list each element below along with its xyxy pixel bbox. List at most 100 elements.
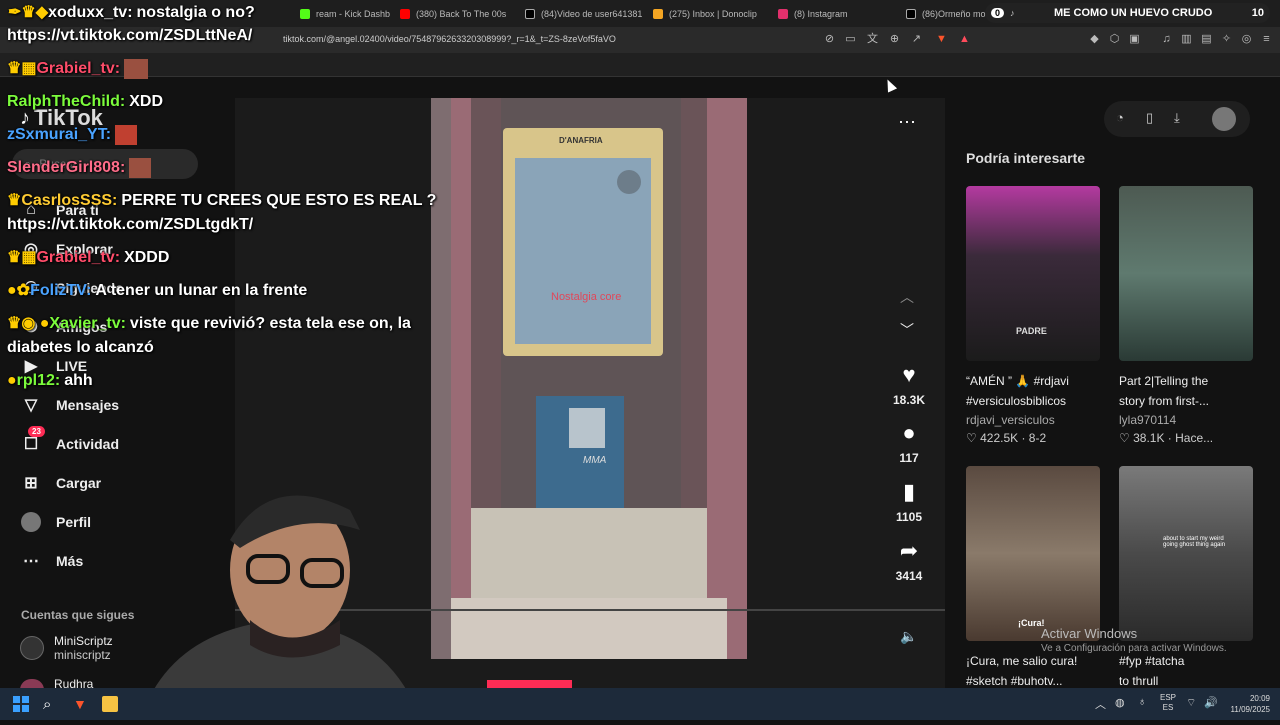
eye-off-icon[interactable]: ⊘ [823,33,836,46]
extension-icon[interactable]: ▣ [1128,33,1141,46]
tray-chevron-icon[interactable]: ︿ [1095,696,1106,712]
reco-thumbnail: about to start my weird going ghost thin… [1119,466,1253,641]
language-indicator[interactable]: ESP ES [1160,693,1176,713]
reco-card[interactable]: about to start my weird going ghost thin… [1119,466,1253,691]
top-right-controls: ◔ ▯ ⤓ [1104,101,1250,137]
badge-icons: ♛▦ [7,249,37,266]
zoom-icon[interactable]: ⊕ [888,33,901,46]
recommendations-title: Podría interesarte [966,150,1086,166]
url-text[interactable]: tiktok.com/@angel.02400/video/7548796263… [283,34,616,44]
tiktok-icon [525,8,535,19]
sign-label: D'ANAFRIA [559,136,603,145]
microphone-icon[interactable]: ♁ [1138,696,1146,708]
chat-message: RalphTheChild: XDD [7,93,163,110]
sidebar-item-mensajes[interactable]: ▽ Mensajes [20,394,119,416]
emote-icon [115,124,138,145]
reco-card[interactable]: ¡Cura! ¡Cura, me salio cura! #sketch #bu… [966,466,1100,691]
badge-icons: ✒♛◆ [8,4,49,21]
sidebar-icon[interactable]: ▥ [1180,33,1193,46]
avatar [20,636,44,660]
volume-icon[interactable]: 🔈 [900,628,917,645]
chat-message: zSxmurai_YT: [7,124,138,146]
sidebar-item-cargar[interactable]: ⊞ Cargar [20,472,101,494]
tab-tiktok-ormeno[interactable]: (86)Ormeño momen [896,0,988,27]
next-video-button[interactable]: ﹀ [900,320,914,340]
wifi-icon[interactable]: ⌔ [1186,696,1196,710]
chat-message: SlenderGirl808: [7,157,152,179]
chat-message: ♛CasrlosSSS: PERRE TU CREES QUE ESTO ES R… [7,192,437,209]
stream-title-overlay: 0 ♪ ME COMO UN HUEVO CRUDO 10 [985,3,1270,23]
bookmark-icon: ▮ [902,479,916,504]
share-button[interactable]: ➦ 3414 [884,536,934,583]
brave-shield-icon[interactable]: ▼ [935,33,948,46]
chat-message: ✒♛◆xoduxx_tv: nostalgia o no? [8,4,255,21]
previous-video-button[interactable]: ︿ [900,287,914,307]
video-frame [431,98,747,659]
like-button[interactable]: ♥ 18.3K [884,360,934,407]
activity-badge: 23 [28,426,45,437]
sidebar-item-perfil[interactable]: Perfil [20,511,91,533]
chat-message: ●✿FolizTV: A tener un lunar en la frente [7,282,308,299]
emote-icon [129,157,152,178]
coin-icon[interactable]: ◔ [1116,110,1124,125]
tab-tiktok-video[interactable]: (84)Video de user641381 [515,0,643,27]
more-icon: ⋯ [23,553,39,570]
cast-icon[interactable]: ▭ [844,33,857,46]
youtube-icon [400,8,410,19]
tab-kick-dashboard[interactable]: ream - Kick Dashboard [290,0,390,27]
wallet-icon[interactable]: ▤ [1200,33,1213,46]
comment-button[interactable]: ● 117 [884,418,934,465]
video-player[interactable]: D'ANAFRIA Nostalgia core MMA [431,98,747,659]
reco-thumbnail [1119,186,1253,361]
sidebar-item-actividad[interactable]: ☐ 23 Actividad [20,426,119,455]
search-icon[interactable]: ⌕ [43,696,59,713]
volume-icon[interactable]: 🔊 [1204,696,1218,709]
download-icon[interactable]: ⤓ [1174,110,1180,126]
device-icon[interactable]: ▯ [1146,110,1153,126]
more-options-icon[interactable]: ⋯ [898,112,916,133]
chat-message: ♛▦Grabiel_tv: [7,58,149,80]
following-account[interactable]: MiniScriptz miniscriptz [20,634,113,662]
file-explorer-icon[interactable] [102,696,118,712]
emote-icon [124,58,149,79]
vpn-icon[interactable]: ◎ [1240,33,1253,46]
music-icon[interactable]: ♫ [1160,33,1173,46]
webcam-overlay [130,470,430,720]
comment-icon: ● [902,420,916,445]
translate-icon[interactable]: 文 [866,33,879,46]
activity-icon: ☐ 23 [20,426,45,455]
heart-icon: ♥ [902,362,916,387]
profile-icon [20,511,42,533]
bookmarks-bar [0,53,1280,77]
reco-card[interactable]: Part 2|Telling the story from first-... … [1119,186,1253,447]
chat-message: https://vt.tiktok.com/ZSDLttNeA/ [7,27,253,44]
avatar[interactable] [1212,107,1236,131]
sticker-label: MMA [583,455,607,466]
extension-icon[interactable]: ⬡ [1108,33,1121,46]
reco-card[interactable]: PADRE “AMÉN ” 🙏 #rdjavi #versiculosbibli… [966,186,1100,447]
sidebar-item-mas[interactable]: ⋯ Más [20,550,83,572]
tiktok-icon: ♪ [1010,8,1015,18]
reco-thumbnail: PADRE [966,186,1100,361]
windows-activation-subtitle: Ve a Configuración para activar Windows. [1041,643,1227,654]
tab-youtube[interactable]: (380) Back To The 00s [390,0,515,27]
brave-rewards-icon[interactable]: ▲ [958,33,971,46]
stream-title: ME COMO UN HUEVO CRUDO [1053,7,1213,19]
share-icon: ➦ [899,538,919,563]
share-icon[interactable]: ↗ [910,33,923,46]
leo-icon[interactable]: ✧ [1220,33,1233,46]
windows-start-icon[interactable] [13,696,29,712]
bookmark-button[interactable]: ▮ 1105 [884,477,934,524]
tab-instagram[interactable]: (8) Instagram [768,0,896,27]
windows-taskbar: ⌕ ▼ ︿ ◍ ♁ ESP ES ⌔ 🔊 20:09 11/09/2025 [0,688,1280,720]
poster-caption: Nostalgia core [551,291,622,303]
menu-icon[interactable]: ≡ [1260,33,1273,46]
brave-browser-icon[interactable]: ▼ [73,696,89,712]
clock[interactable]: 20:09 11/09/2025 [1226,693,1270,715]
network-icon[interactable]: ◍ [1115,696,1125,709]
instagram-icon [778,8,788,19]
extension-icon[interactable]: ◆ [1088,33,1101,46]
tab-donoclip[interactable]: (275) Inbox | Donoclip [643,0,768,27]
reco-thumbnail: ¡Cura! [966,466,1100,641]
badge-icons: ♛ [7,192,22,209]
